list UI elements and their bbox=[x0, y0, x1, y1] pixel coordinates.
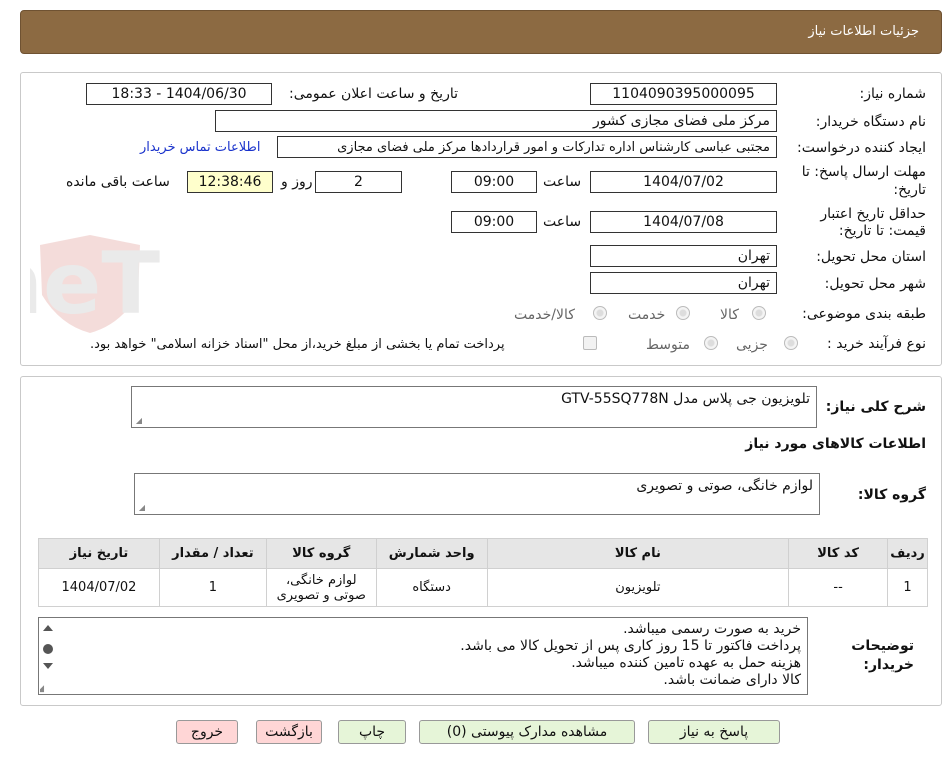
notes-label-2: خریدار: bbox=[863, 657, 914, 673]
buyer-org-field: مرکز ملی فضای مجازی کشور bbox=[215, 110, 777, 132]
col-header-group: گروه کالا bbox=[265, 538, 377, 569]
category-radio-goods-service[interactable] bbox=[593, 306, 607, 320]
cell-qty: 1 bbox=[158, 568, 267, 607]
col-header-code: کد کالا bbox=[788, 538, 889, 569]
category-radio-goods[interactable] bbox=[752, 306, 766, 320]
col-header-name: نام کالا bbox=[486, 538, 790, 569]
province-field: تهران bbox=[590, 245, 777, 267]
city-label: شهر محل تحویل: bbox=[824, 276, 926, 292]
cell-code: -- bbox=[788, 568, 889, 607]
category-option-goods-service: کالا/خدمت bbox=[514, 307, 575, 323]
scroll-down-icon[interactable] bbox=[43, 663, 53, 669]
validity-hour-label: ساعت bbox=[543, 214, 582, 230]
exit-button[interactable]: خروج bbox=[176, 720, 238, 744]
back-button[interactable]: بازگشت bbox=[256, 720, 322, 744]
col-header-row: ردیف bbox=[887, 538, 928, 569]
requester-label: ایجاد کننده درخواست: bbox=[797, 140, 926, 156]
scroll-thumb[interactable] bbox=[43, 644, 53, 654]
notes-scrollbar[interactable]: ◢ bbox=[40, 619, 56, 695]
notes-line: هزینه حمل به عهده تامین کننده میباشد. bbox=[571, 655, 801, 671]
announce-label: تاریخ و ساعت اعلان عمومی: bbox=[289, 86, 458, 102]
category-label: طبقه بندی موضوعی: bbox=[802, 306, 926, 322]
buyer-contact-link[interactable]: اطلاعات تماس خریدار bbox=[140, 140, 260, 155]
treasury-note: پرداخت تمام یا بخشی از مبلغ خرید،از محل … bbox=[90, 337, 505, 352]
cell-date: 1404/07/02 bbox=[38, 568, 160, 607]
treasury-checkbox[interactable] bbox=[583, 336, 597, 350]
reply-button[interactable]: پاسخ به نیاز bbox=[648, 720, 780, 744]
need-number-label: شماره نیاز: bbox=[859, 86, 927, 102]
attachments-button[interactable]: مشاهده مدارک پیوستی (0) bbox=[419, 720, 635, 744]
cell-row: 1 bbox=[887, 568, 928, 607]
col-header-date: تاریخ نیاز bbox=[38, 538, 160, 569]
validity-label: حداقل تاریخ اعتبار bbox=[820, 206, 926, 222]
col-header-qty: تعداد / مقدار bbox=[158, 538, 267, 569]
process-option-medium: متوسط bbox=[646, 337, 690, 353]
print-button[interactable]: چاپ bbox=[338, 720, 406, 744]
days-label: روز و bbox=[281, 174, 313, 190]
city-field: تهران bbox=[590, 272, 777, 294]
buyer-org-label: نام دستگاه خریدار: bbox=[815, 114, 926, 130]
notes-line: خرید به صورت رسمی میباشد. bbox=[623, 621, 801, 637]
cell-group: لوازم خانگی، صوتی و تصویری bbox=[265, 568, 377, 607]
resize-grip-icon[interactable]: ◢ bbox=[40, 684, 44, 694]
reply-time-field: 09:00 bbox=[451, 171, 537, 193]
resize-grip-icon[interactable]: ◢ bbox=[134, 417, 142, 425]
items-table: ردیف کد کالا نام کالا واحد شمارش گروه کا… bbox=[38, 538, 928, 607]
days-field: 2 bbox=[315, 171, 402, 193]
remaining-label: ساعت باقی مانده bbox=[66, 174, 170, 190]
process-radio-minor[interactable] bbox=[784, 336, 798, 350]
items-table-wrapper: ردیف کد کالا نام کالا واحد شمارش گروه کا… bbox=[38, 538, 928, 607]
category-radio-service[interactable] bbox=[676, 306, 690, 320]
reply-deadline-label: مهلت ارسال پاسخ: تا bbox=[801, 164, 926, 180]
table-row: 1 -- تلویزیون دستگاه لوازم خانگی، صوتی و… bbox=[38, 568, 928, 607]
province-label: استان محل تحویل: bbox=[816, 249, 926, 265]
items-heading: اطلاعات کالاهای مورد نیاز bbox=[745, 436, 926, 452]
announce-field: 1404/06/30 - 18:33 bbox=[86, 83, 272, 105]
process-option-minor: جزیی bbox=[736, 337, 768, 353]
group-value: لوازم خانگی، صوتی و تصویری bbox=[636, 478, 813, 494]
validity-label-2: قیمت: تا تاریخ: bbox=[838, 223, 926, 239]
group-textarea[interactable]: لوازم خانگی، صوتی و تصویری ◢ bbox=[134, 473, 820, 515]
reply-deadline-label-2: تاریخ: bbox=[893, 182, 926, 198]
table-header-row: ردیف کد کالا نام کالا واحد شمارش گروه کا… bbox=[38, 538, 928, 569]
summary-textarea[interactable]: تلویزیون جی پلاس مدل GTV-55SQ778N ◢ bbox=[131, 386, 817, 428]
reply-hour-label: ساعت bbox=[543, 174, 582, 190]
notes-line: پرداخت فاکتور تا 15 روز کاری پس از تحویل… bbox=[460, 638, 801, 654]
notes-label: توضیحات bbox=[851, 638, 914, 654]
scroll-up-icon[interactable] bbox=[43, 625, 53, 631]
notes-textarea[interactable]: خرید به صورت رسمی میباشد. پرداخت فاکتور … bbox=[38, 617, 808, 695]
category-option-goods: کالا bbox=[720, 307, 739, 323]
validity-time-field: 09:00 bbox=[451, 211, 537, 233]
validity-date-field: 1404/07/08 bbox=[590, 211, 777, 233]
notes-line: کالا دارای ضمانت باشد. bbox=[663, 672, 801, 688]
resize-grip-icon[interactable]: ◢ bbox=[137, 504, 145, 512]
reply-date-field: 1404/07/02 bbox=[590, 171, 777, 193]
summary-value: تلویزیون جی پلاس مدل GTV-55SQ778N bbox=[561, 391, 810, 407]
process-radio-medium[interactable] bbox=[704, 336, 718, 350]
page-header: جزئیات اطلاعات نیاز bbox=[20, 10, 942, 54]
process-label: نوع فرآیند خرید : bbox=[827, 336, 926, 352]
cell-name: تلویزیون bbox=[486, 568, 790, 607]
need-number-field: 1104090395000095 bbox=[590, 83, 777, 105]
remaining-time-field: 12:38:46 bbox=[187, 171, 273, 193]
page-title: جزئیات اطلاعات نیاز bbox=[808, 24, 919, 39]
category-option-service: خدمت bbox=[628, 307, 666, 323]
summary-label: شرح کلی نیاز: bbox=[825, 399, 926, 415]
col-header-unit: واحد شمارش bbox=[375, 538, 488, 569]
requester-field: مجتبی عباسی کارشناس اداره تدارکات و امور… bbox=[277, 136, 777, 158]
group-label: گروه کالا: bbox=[857, 487, 926, 503]
cell-unit: دستگاه bbox=[375, 568, 488, 607]
